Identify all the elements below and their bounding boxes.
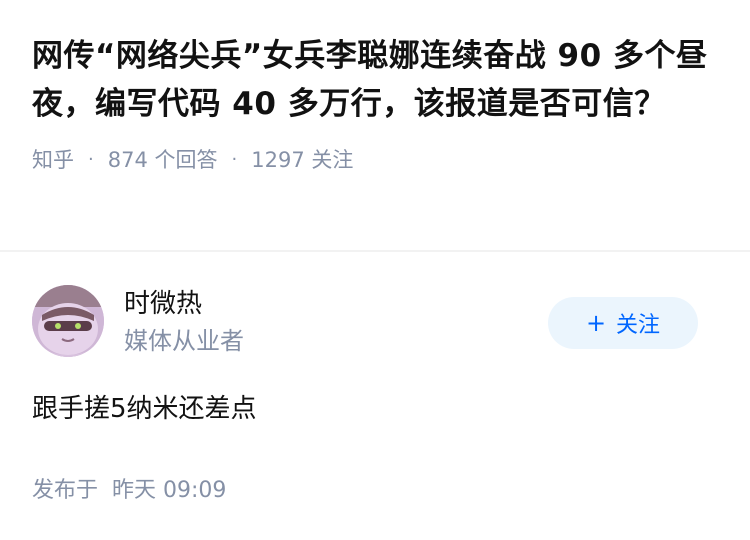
source-label[interactable]: 知乎 — [32, 145, 74, 175]
answer-count[interactable]: 874 个回答 — [108, 145, 218, 175]
answer-timestamp: 发布于 昨天 09:09 — [32, 476, 718, 506]
answer-card: 时微热 媒体从业者 + 关注 跟手搓5纳米还差点 发布于 昨天 09:09 — [0, 252, 750, 506]
follower-count: 1297 关注 — [251, 148, 354, 172]
answer-content[interactable]: 跟手搓5纳米还差点 — [32, 389, 718, 429]
meta-separator: · — [231, 149, 238, 170]
meta-separator: · — [88, 149, 94, 170]
question-header: 网传“网络尖兵”女兵李聪娜连续奋战 90 多个昼夜，编写代码 40 多万行，该报… — [0, 0, 750, 175]
question-title[interactable]: 网传“网络尖兵”女兵李聪娜连续奋战 90 多个昼夜，编写代码 40 多万行，该报… — [32, 32, 718, 128]
author-name[interactable]: 时微热 — [124, 287, 202, 321]
published-time: 昨天 09:09 — [112, 478, 227, 503]
plus-icon: + — [585, 309, 607, 337]
zhihu-question-page: 网传“网络尖兵”女兵李聪娜连续奋战 90 多个昼夜，编写代码 40 多万行，该报… — [0, 0, 750, 540]
published-label: 发布于 — [32, 478, 99, 503]
avatar[interactable] — [32, 285, 104, 357]
avatar-image — [32, 285, 104, 357]
author-row: 时微热 媒体从业者 + 关注 — [32, 285, 718, 385]
follow-button-label: 关注 — [616, 313, 661, 338]
question-meta: 知乎 · 874 个回答 · 1297 关注 — [32, 145, 718, 175]
follow-button[interactable]: + 关注 — [548, 297, 698, 349]
author-bio: 媒体从业者 — [124, 327, 244, 355]
